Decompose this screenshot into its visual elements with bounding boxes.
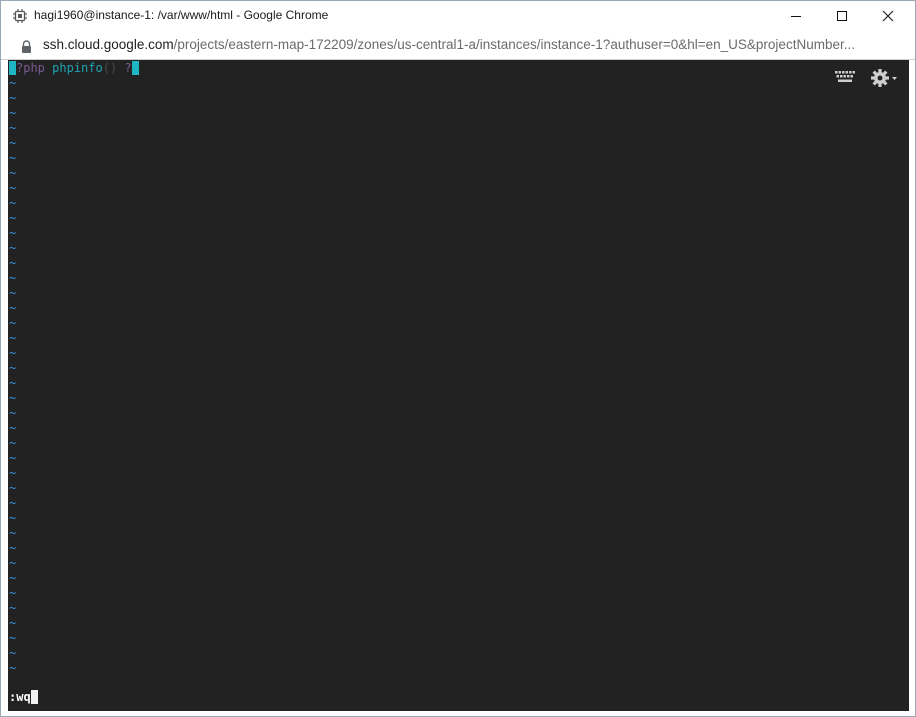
close-button[interactable] <box>865 1 911 31</box>
code-line: ?php phpinfo() ? <box>9 61 139 76</box>
empty-line-marker: ~ <box>9 571 17 585</box>
chrome-window: hagi1960@instance-1: /var/www/html - Goo… <box>0 0 916 717</box>
empty-line-marker: ~ <box>9 391 17 405</box>
empty-line-marker: ~ <box>9 181 17 195</box>
empty-line-marker: ~ <box>9 241 17 255</box>
keyboard-icon[interactable] <box>834 70 856 88</box>
empty-line-marker: ~ <box>9 151 17 165</box>
empty-line-marker: ~ <box>9 361 17 375</box>
empty-line-marker: ~ <box>9 541 17 555</box>
empty-line-marker: ~ <box>9 661 17 675</box>
empty-line-marker: ~ <box>9 631 17 645</box>
empty-line-marker: ~ <box>9 466 17 480</box>
gear-icon[interactable] <box>870 68 898 92</box>
empty-line-marker: ~ <box>9 511 17 525</box>
empty-line-marker: ~ <box>9 436 17 450</box>
empty-line-marker: ~ <box>9 496 17 510</box>
empty-line-marker: ~ <box>9 106 17 120</box>
empty-line-marker: ~ <box>9 586 17 600</box>
php-close-tag: ? <box>124 61 132 75</box>
minimize-icon <box>791 16 801 17</box>
minimize-button[interactable] <box>773 1 819 31</box>
empty-line-marker: ~ <box>9 91 17 105</box>
empty-line-marker: ~ <box>9 376 17 390</box>
empty-line-marker: ~ <box>9 526 17 540</box>
command-text: :wq <box>9 690 31 704</box>
empty-line-marker: ~ <box>9 646 17 660</box>
chip-icon <box>12 8 28 24</box>
empty-line-marker: ~ <box>9 286 17 300</box>
empty-line-marker: ~ <box>9 346 17 360</box>
empty-line-marker: ~ <box>9 316 17 330</box>
php-open-tag: ?php <box>16 61 45 75</box>
empty-line-marker: ~ <box>9 76 17 90</box>
empty-line-marker: ~ <box>9 601 17 615</box>
empty-line-marker: ~ <box>9 121 17 135</box>
command-cursor <box>30 690 38 704</box>
empty-line-marker: ~ <box>9 556 17 570</box>
empty-line-marker: ~ <box>9 451 17 465</box>
empty-line-marker: ~ <box>9 481 17 495</box>
url-path: /projects/eastern-map-172209/zones/us-ce… <box>173 37 855 52</box>
text-cursor <box>9 61 16 75</box>
empty-line-marker: ~ <box>9 196 17 210</box>
url-host: ssh.cloud.google.com <box>43 37 174 52</box>
empty-line-marker: ~ <box>9 271 17 285</box>
empty-line-marker: ~ <box>9 421 17 435</box>
match-highlight <box>131 61 139 75</box>
empty-line-marker: ~ <box>9 301 17 315</box>
maximize-button[interactable] <box>819 1 865 31</box>
empty-line-marker: ~ <box>9 406 17 420</box>
php-parens: () <box>102 61 118 75</box>
empty-line-marker: ~ <box>9 256 17 270</box>
close-icon <box>882 10 894 22</box>
empty-line-marker: ~ <box>9 331 17 345</box>
title-bar: hagi1960@instance-1: /var/www/html - Goo… <box>1 1 915 31</box>
php-function: phpinfo <box>52 61 103 75</box>
command-line[interactable]: :wq <box>9 690 38 705</box>
empty-line-marker: ~ <box>9 616 17 630</box>
url-text[interactable]: ssh.cloud.google.com/projects/eastern-ma… <box>43 37 901 52</box>
address-bar[interactable]: ssh.cloud.google.com/projects/eastern-ma… <box>1 31 915 60</box>
empty-line-marker: ~ <box>9 136 17 150</box>
maximize-icon <box>837 11 847 21</box>
empty-line-marker: ~ <box>9 166 17 180</box>
lock-icon <box>21 38 32 57</box>
empty-line-marker: ~ <box>9 211 17 225</box>
window-title: hagi1960@instance-1: /var/www/html - Goo… <box>34 8 329 22</box>
terminal-area[interactable]: ?php phpinfo() ? ~ ~ ~ ~ ~ ~ ~ ~ ~ ~ ~ ~ ~ ~ ~ ~ ~ ~ ~ ~ ~ ~ ~… <box>8 60 909 711</box>
empty-line-marker: ~ <box>9 226 17 240</box>
